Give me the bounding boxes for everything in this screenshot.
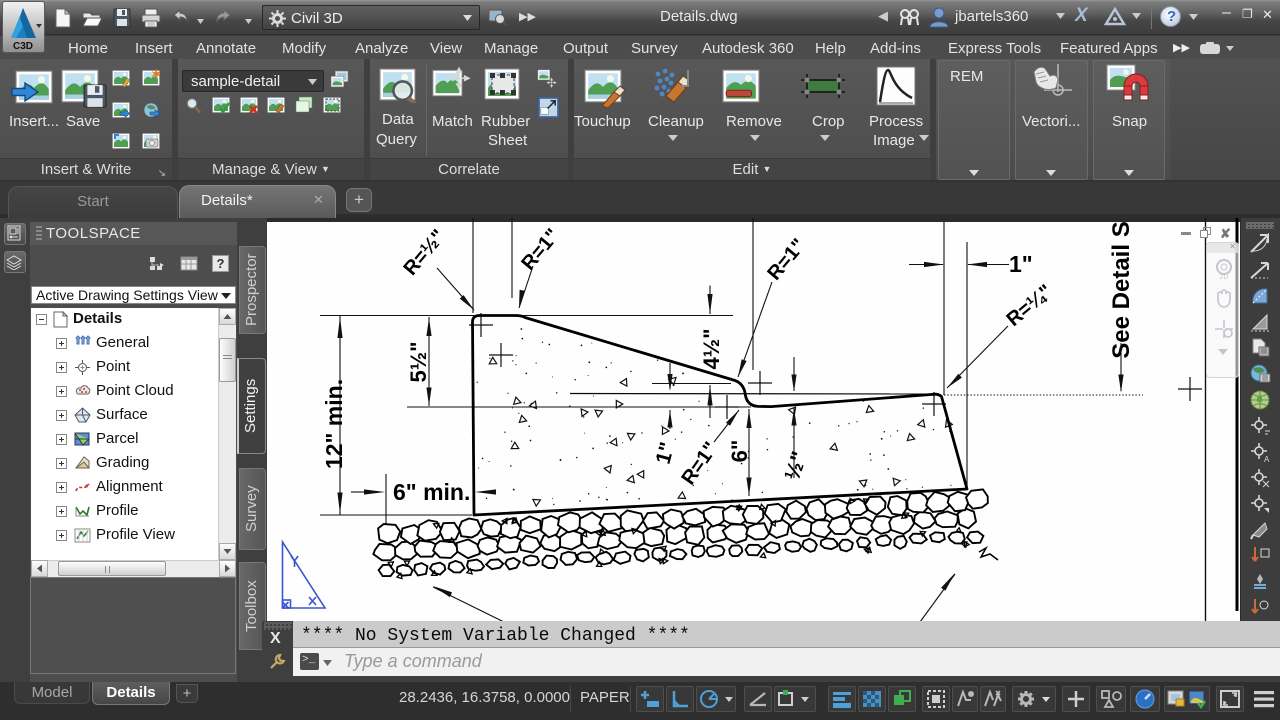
svg-text:1": 1" xyxy=(1009,251,1033,277)
svg-text:12" min.: 12" min. xyxy=(321,379,347,469)
svg-text:2D: 2D xyxy=(1220,274,1229,281)
svg-text:C3D: C3D xyxy=(13,41,33,52)
svg-text:4½": 4½" xyxy=(699,328,724,369)
svg-text:5½": 5½" xyxy=(406,341,431,382)
svg-text:6" min.: 6" min. xyxy=(393,479,470,505)
svg-text:A: A xyxy=(1264,455,1270,463)
svg-text:See Detail S: See Detail S xyxy=(1108,221,1135,358)
